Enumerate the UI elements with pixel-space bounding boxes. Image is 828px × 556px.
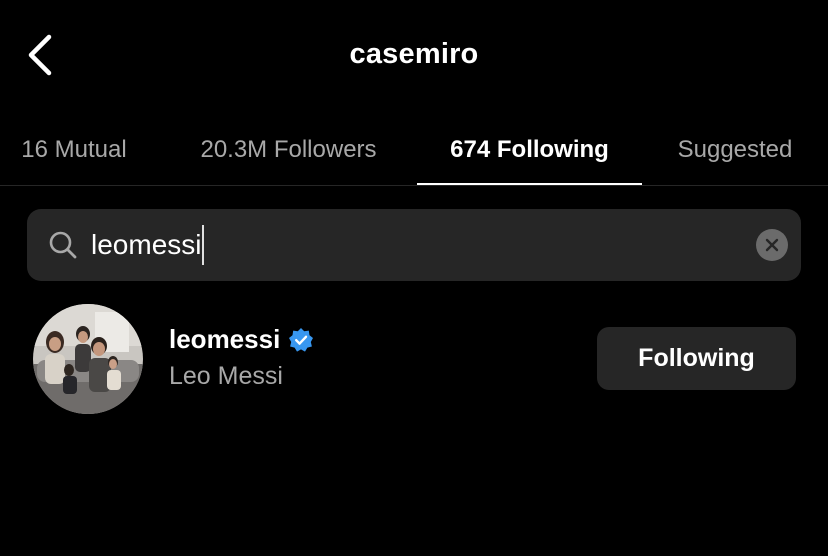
tab-mutual[interactable]: 16 Mutual <box>0 112 148 187</box>
full-name: Leo Messi <box>169 362 283 390</box>
tab-following[interactable]: 674 Following <box>417 112 642 187</box>
tabs-divider <box>0 185 828 186</box>
search-input-value: leomessi <box>91 229 202 260</box>
search-icon <box>49 231 77 259</box>
header-bar: casemiro <box>0 0 828 112</box>
tab-followers[interactable]: 20.3M Followers <box>176 112 401 187</box>
avatar[interactable] <box>33 304 143 414</box>
profile-photo-icon <box>33 304 143 414</box>
username[interactable]: leomessi <box>169 324 280 355</box>
clear-search-button[interactable] <box>756 229 788 261</box>
tab-suggested[interactable]: Suggested <box>650 112 820 187</box>
tab-bar: 16 Mutual 20.3M Followers 674 Following … <box>0 112 828 187</box>
page-title: casemiro <box>349 38 479 70</box>
text-cursor <box>202 225 205 265</box>
verified-badge-icon <box>289 327 314 352</box>
clear-icon <box>765 238 779 252</box>
following-button[interactable]: Following <box>597 327 796 390</box>
search-input[interactable]: leomessi <box>91 223 205 267</box>
search-bar[interactable]: leomessi <box>27 209 801 281</box>
list-item[interactable]: leomessi Leo Messi Following <box>0 300 828 420</box>
username-row: leomessi <box>169 324 314 355</box>
